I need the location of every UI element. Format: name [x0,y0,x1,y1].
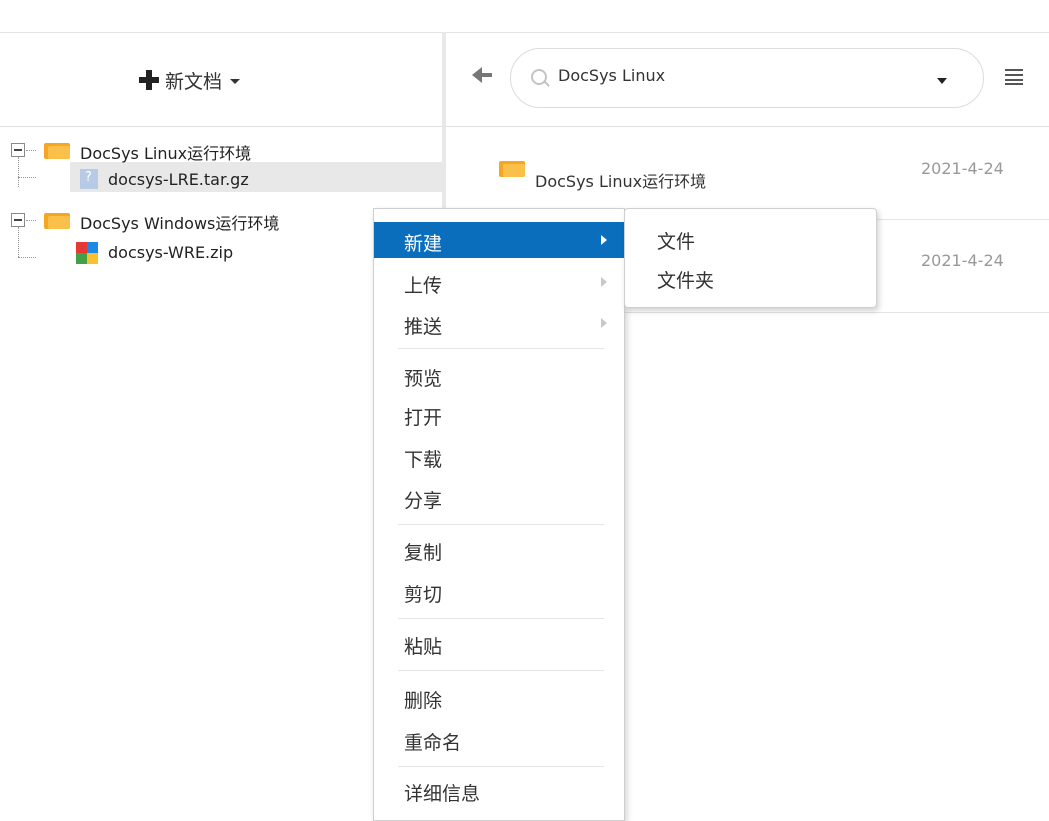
menu-item-upload[interactable]: 上传 [374,264,624,300]
menu-item-label: 复制 [404,542,443,564]
tree-item-label: DocSys Windows运行环境 [80,214,280,233]
menu-item-label: 删除 [404,690,443,712]
menu-divider [398,670,604,671]
menu-item-share[interactable]: 分享 [374,479,624,515]
file-name: DocSys Linux运行环境 [535,172,707,191]
new-doc-label: 新文档 [165,70,223,93]
submenu-arrow-icon [601,235,607,245]
menu-item-open[interactable]: 打开 [374,396,624,432]
search-icon [531,69,547,85]
menu-item-label: 预览 [404,368,443,390]
menu-divider [398,618,604,619]
menu-item-details[interactable]: 详细信息 [374,772,624,808]
menu-item-label: 下载 [404,449,443,471]
unknown-file-icon [80,169,98,189]
submenu-arrow-icon [601,318,607,328]
menu-divider [398,524,604,525]
folder-icon [44,141,70,159]
top-bar [0,0,1049,33]
left-header: 新文档 [0,33,442,127]
menu-item-push[interactable]: 推送 [374,305,624,341]
submenu-item-label: 文件 [657,231,696,253]
menu-item-label: 剪切 [404,584,443,606]
plus-icon [139,70,159,90]
menu-item-preview[interactable]: 预览 [374,357,624,393]
menu-item-label: 新建 [404,233,443,255]
folder-icon [44,211,70,229]
menu-item-rename[interactable]: 重命名 [374,721,624,757]
menu-divider [398,766,604,767]
new-submenu: 文件 文件夹 [624,208,877,308]
hamburger-menu-icon[interactable] [1005,69,1023,85]
folder-icon [499,159,525,177]
collapse-icon[interactable] [11,213,25,227]
menu-item-new[interactable]: 新建 [374,222,624,258]
tree-item-label: docsys-LRE.tar.gz [108,170,249,189]
caret-down-icon [230,79,241,84]
menu-item-label: 推送 [404,316,443,338]
file-list-row[interactable]: DocSys Linux运行环境 2021-4-24 [446,127,1049,220]
tree-item-label: DocSys Linux运行环境 [80,144,252,163]
tree-item-linux-folder[interactable]: DocSys Linux运行环境 [0,137,442,163]
menu-item-label: 打开 [404,407,443,429]
file-date: 2021-4-24 [921,159,1004,178]
collapse-icon[interactable] [11,143,25,157]
search-value: DocSys Linux [558,66,666,85]
menu-item-label: 分享 [404,490,443,512]
menu-divider [398,348,604,349]
submenu-item-file[interactable]: 文件 [625,221,876,257]
search-input[interactable]: DocSys Linux [510,48,984,108]
submenu-arrow-icon [601,277,607,287]
context-menu: 新建 上传 推送 预览 打开 下载 分享 复制 剪切 粘贴 删除 重命名 详细信… [373,208,625,821]
back-arrow-icon[interactable] [472,67,494,83]
menu-item-label: 粘贴 [404,636,443,658]
tree-item-lre-file[interactable]: docsys-LRE.tar.gz [0,167,442,191]
file-date: 2021-4-24 [921,251,1004,270]
dropdown-caret-icon[interactable] [937,78,947,84]
menu-item-cut[interactable]: 剪切 [374,573,624,609]
menu-item-label: 重命名 [404,732,462,754]
right-header: DocSys Linux [446,33,1049,127]
tree-item-label: docsys-WRE.zip [108,243,234,262]
menu-item-download[interactable]: 下载 [374,438,624,474]
new-doc-button[interactable]: 新文档 [139,67,241,93]
menu-item-delete[interactable]: 删除 [374,679,624,715]
menu-item-paste[interactable]: 粘贴 [374,625,624,661]
submenu-item-label: 文件夹 [657,270,715,292]
submenu-item-folder[interactable]: 文件夹 [625,260,876,296]
menu-item-copy[interactable]: 复制 [374,531,624,567]
menu-item-label: 上传 [404,275,443,297]
menu-item-label: 详细信息 [404,783,481,805]
zip-file-icon [76,242,98,264]
